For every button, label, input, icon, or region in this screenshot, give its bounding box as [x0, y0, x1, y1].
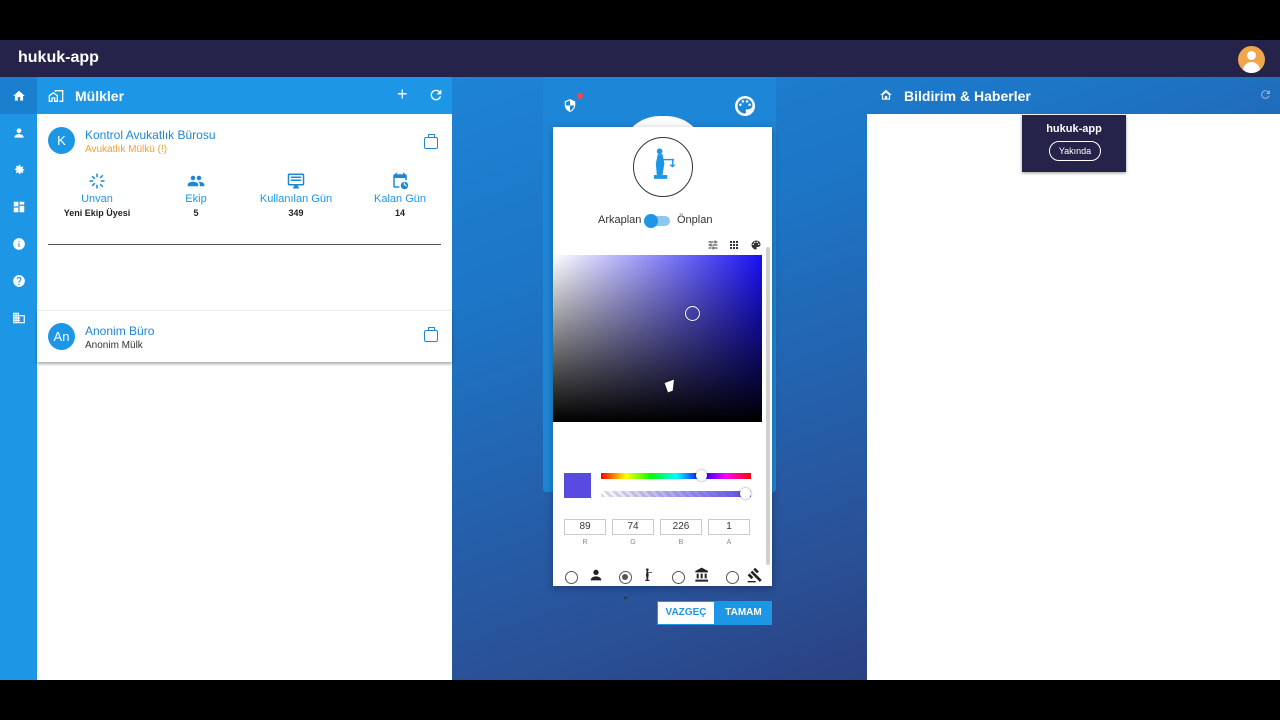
house-icon — [880, 89, 892, 100]
property-name: Anonim Büro — [85, 324, 155, 338]
property-subtitle: Anonim Mülk — [85, 340, 143, 351]
stat-unvan: Unvan Yeni Ekip Üyesi — [52, 172, 142, 218]
green-input[interactable]: 74 — [612, 519, 654, 535]
property-avatar: K — [48, 127, 75, 154]
lady-justice-icon — [653, 148, 676, 179]
color-picker-dialog: Arkaplan Önplan 89 74 226 1 R G B A VAZG… — [553, 127, 772, 625]
property-card[interactable]: An Anonim Büro Anonim Mülk — [37, 310, 452, 362]
palette-icon[interactable] — [735, 96, 755, 116]
news-title: Bildirim & Haberler — [904, 88, 1031, 104]
property-icon — [48, 90, 64, 102]
palette-icon[interactable] — [750, 239, 762, 251]
saturation-value-area[interactable] — [553, 255, 762, 422]
ok-button[interactable]: TAMAM — [715, 601, 772, 625]
blue-label: B — [678, 539, 684, 546]
bank-icon — [695, 567, 708, 582]
selected-color-swatch — [564, 473, 591, 498]
add-property-button[interactable]: + — [397, 84, 408, 104]
radio-person[interactable] — [565, 571, 578, 584]
stat-ekip: Ekip 5 — [151, 172, 241, 218]
news-header: Bildirim & Haberler — [867, 77, 1280, 114]
alpha-slider[interactable] — [601, 491, 751, 497]
help-icon[interactable] — [0, 262, 37, 299]
hue-slider[interactable] — [601, 473, 751, 479]
spinner-icon — [89, 173, 105, 189]
home-icon[interactable] — [0, 77, 37, 114]
refresh-icon[interactable] — [428, 87, 444, 103]
side-rail — [0, 77, 37, 680]
property-subtitle: Avukatlık Mülkü (!) — [85, 144, 168, 155]
gavel-icon — [747, 567, 762, 583]
app-title: hukuk-app — [18, 49, 99, 66]
stat-label: Kalan Gün — [374, 193, 426, 205]
foreground-label: Önplan — [677, 214, 713, 226]
shield-icon[interactable] — [563, 98, 577, 113]
alpha-input[interactable]: 1 — [708, 519, 750, 535]
notification-dot — [577, 93, 583, 99]
properties-header: Mülkler + — [37, 77, 452, 114]
radio-institution[interactable] — [672, 571, 685, 584]
building-icon[interactable] — [0, 299, 37, 336]
cancel-button[interactable]: VAZGEÇ — [657, 601, 715, 625]
stat-value: 14 — [394, 208, 405, 218]
coming-soon-button[interactable]: Yakında — [1049, 141, 1101, 161]
bg-fg-switch[interactable] — [644, 214, 670, 228]
saturation-cursor[interactable] — [685, 306, 700, 321]
green-label: G — [630, 539, 636, 546]
dashboard-icon[interactable] — [0, 188, 37, 225]
sliders-icon[interactable] — [707, 239, 719, 251]
user-avatar[interactable] — [1238, 46, 1265, 73]
news-card: hukuk-app Yakında — [1022, 115, 1126, 172]
radio-justice[interactable] — [619, 571, 632, 584]
stat-kalan: Kalan Gün 14 — [355, 172, 445, 218]
property-card[interactable]: K Kontrol Avukatlık Bürosu Avukatlık Mül… — [37, 114, 452, 270]
app-window: hukuk-app Mülkler + K Kontrol Avukatlık … — [0, 40, 1280, 680]
info-icon[interactable] — [0, 225, 37, 262]
person-icon — [590, 569, 602, 581]
people-icon — [187, 175, 205, 187]
briefcase-icon[interactable] — [424, 327, 438, 342]
lady-justice-icon — [645, 568, 652, 581]
stat-value: 349 — [288, 208, 304, 218]
dialog-scrollbar[interactable] — [766, 247, 770, 565]
stat-label: Unvan — [81, 193, 113, 205]
gear-icon[interactable] — [0, 151, 37, 188]
monitor-icon — [287, 173, 305, 189]
red-label: R — [582, 539, 588, 546]
stat-value: Yeni Ekip Üyesi — [63, 208, 131, 218]
radio-gavel[interactable] — [726, 571, 739, 584]
stat-label: Ekip — [185, 193, 207, 205]
hue-slider-knob[interactable] — [696, 470, 707, 481]
stat-kullanilan: Kullanılan Gün 349 — [251, 172, 341, 218]
news-panel: hukuk-app Yakında — [867, 114, 1280, 680]
alpha-slider-knob[interactable] — [740, 488, 751, 499]
scroll-hint — [623, 596, 628, 600]
switch-knob — [644, 214, 658, 228]
blue-input[interactable]: 226 — [660, 519, 702, 535]
calendar-icon — [393, 172, 409, 190]
card-divider — [48, 244, 441, 245]
refresh-icon[interactable] — [1259, 88, 1272, 101]
red-input[interactable]: 89 — [564, 519, 606, 535]
properties-panel: Mülkler + K Kontrol Avukatlık Bürosu Avu… — [37, 77, 452, 680]
property-avatar: An — [48, 323, 75, 350]
stat-value: 5 — [193, 208, 199, 218]
grid-icon[interactable] — [728, 239, 740, 251]
top-bar: hukuk-app — [0, 40, 1280, 77]
stat-label: Kullanılan Gün — [259, 193, 333, 205]
property-name: Kontrol Avukatlık Bürosu — [85, 128, 216, 142]
properties-title: Mülkler — [75, 88, 125, 104]
briefcase-icon[interactable] — [424, 134, 438, 149]
background-label: Arkaplan — [598, 214, 642, 226]
alpha-label: A — [726, 539, 732, 546]
person-icon[interactable] — [0, 114, 37, 151]
justice-logo — [633, 137, 693, 197]
news-card-title: hukuk-app — [1046, 123, 1102, 135]
